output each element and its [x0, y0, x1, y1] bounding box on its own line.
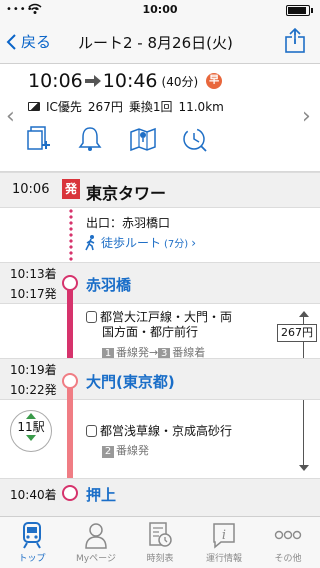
- stop2-arrival: 10:19着: [10, 363, 57, 377]
- leg2-platform: 2 番線発: [102, 442, 149, 458]
- leg1-line-a: 都営大江戸線・大門・両: [100, 310, 233, 324]
- stop3-station[interactable]: 押上: [86, 484, 116, 505]
- add-page-icon[interactable]: [26, 126, 52, 152]
- stop1-node: [62, 275, 78, 291]
- train-icon: [23, 522, 41, 549]
- tab-label: その他: [274, 554, 302, 564]
- leg1-line: 都営大江戸線・大門・両 国方面・都庁前行: [86, 310, 266, 340]
- route-times: 10:06 10:46 (40分) 早: [28, 70, 223, 92]
- stop1-arrival: 10:13着: [10, 267, 57, 281]
- stop2-node: [62, 373, 78, 389]
- next-route-chevron-icon[interactable]: ›: [302, 104, 311, 129]
- stop3-node: [62, 485, 78, 501]
- stop3-arrival: 10:40着: [10, 488, 57, 502]
- person-icon: [85, 523, 107, 549]
- distance: 11.0km: [178, 99, 224, 114]
- svg-text:i: i: [222, 528, 226, 543]
- more-icon: [274, 530, 302, 540]
- fare-tag: 267円: [277, 324, 317, 342]
- back-button[interactable]: 戻る: [6, 31, 51, 52]
- clock-icon[interactable]: [182, 126, 208, 152]
- leg2-line-text: 都営浅草線・京成高砂行: [100, 424, 233, 438]
- route-timeline: 10:06 発 東京タワー 出口：赤羽橋口 徒歩ルート (7分) › 10:13…: [0, 172, 320, 516]
- stations-count-toggle[interactable]: 11駅: [10, 410, 52, 452]
- map-icon[interactable]: [130, 126, 156, 152]
- chevron-right-icon: ›: [191, 235, 196, 250]
- route-summary: ‹ › 10:06 10:46 (40分) 早 IC優先 267円 乗換1回 1…: [0, 64, 320, 172]
- route-tools: [26, 126, 208, 152]
- walk-route-link[interactable]: 徒歩ルート (7分) ›: [84, 234, 196, 251]
- status-bar: ••••• 10:00: [0, 0, 320, 20]
- battery-icon: [286, 5, 310, 16]
- fare: 267円: [87, 100, 123, 114]
- chevron-down-icon: [26, 435, 36, 441]
- origin-badge: 発: [62, 179, 80, 199]
- arrive-time: 10:46: [102, 70, 158, 92]
- share-icon[interactable]: [284, 27, 306, 58]
- fare-bracket-bottom-arrow: [299, 465, 309, 471]
- fare-bracket-top-arrow: [299, 311, 309, 317]
- tab-mypage[interactable]: Myページ: [64, 517, 128, 568]
- clock-time: 10:00: [142, 3, 178, 16]
- depart-time: 10:06: [28, 70, 83, 92]
- prev-route-chevron-icon[interactable]: ‹: [6, 104, 15, 129]
- tab-timetable[interactable]: 時刻表: [128, 517, 192, 568]
- back-label: 戻る: [21, 33, 52, 51]
- fare-type: IC優先: [46, 100, 82, 114]
- battery-cap: [311, 8, 313, 13]
- stop1-station[interactable]: 赤羽橋: [86, 274, 131, 295]
- platform-number: 2: [102, 446, 114, 458]
- walk-time: (7分): [164, 239, 189, 250]
- tab-label: Myページ: [76, 554, 116, 564]
- transfers: 乗換1回: [128, 100, 173, 114]
- stop2-departure: 10:22発: [10, 383, 57, 397]
- page-title: ルート2 - 8月26日(火): [78, 34, 233, 52]
- bell-icon[interactable]: [78, 126, 104, 152]
- route-facts: IC優先 267円 乗換1回 11.0km: [28, 98, 224, 115]
- early-badge: 早: [206, 73, 223, 89]
- tab-label: 運行情報: [205, 554, 242, 564]
- info-icon: i: [213, 523, 235, 549]
- origin-time: 10:06: [12, 182, 50, 197]
- platform-from-label: 番線発: [116, 444, 149, 457]
- walk-route-label: 徒歩ルート: [101, 236, 162, 250]
- tab-label: 時刻表: [146, 554, 174, 564]
- chevron-left-icon: [6, 33, 16, 50]
- duration: (40分): [161, 74, 199, 89]
- right-arrow-icon: [84, 75, 101, 87]
- tab-label: トップ: [18, 554, 46, 564]
- ic-card-icon: [28, 102, 40, 111]
- train-icon: [86, 311, 97, 323]
- stop1-departure: 10:17発: [10, 287, 57, 301]
- stations-count: 11駅: [17, 420, 45, 434]
- tab-top[interactable]: トップ: [0, 517, 64, 568]
- tab-service-info[interactable]: i 運行情報: [192, 517, 256, 568]
- leg1-line-b: 国方面・都庁前行: [102, 325, 199, 339]
- origin-station[interactable]: 東京タワー: [86, 180, 166, 204]
- stop2-station[interactable]: 大門(東京都): [86, 371, 175, 392]
- train-icon: [86, 425, 97, 437]
- timetable-icon: [149, 522, 172, 547]
- exit-label: 出口：赤羽橋口: [86, 216, 171, 230]
- navigation-bar: 戻る ルート2 - 8月26日(火): [0, 20, 320, 64]
- leg2-line: 都営浅草線・京成高砂行: [86, 424, 232, 439]
- tab-bar: トップ Myページ 時刻表 i 運行情報 その他: [0, 516, 320, 568]
- walking-person-icon: [85, 234, 95, 250]
- tab-more[interactable]: その他: [256, 517, 320, 568]
